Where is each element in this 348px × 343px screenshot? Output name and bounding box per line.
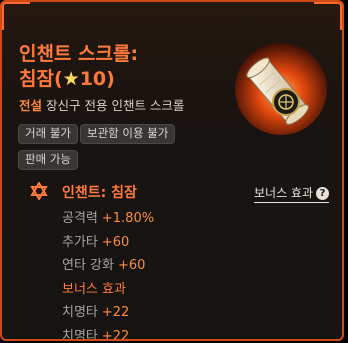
enchant-level: 10 (79, 68, 107, 90)
item-title-suffix: ) (106, 68, 115, 90)
stat-row: 연타 강화 +60 (62, 254, 154, 278)
item-description: 장신구 전용 인챈트 스크롤 (46, 98, 185, 113)
enchant-name: 인챈트: 침잠 (62, 185, 137, 201)
stat-label: 치명타 (62, 328, 98, 341)
grade-label: 전설 (19, 98, 43, 113)
item-tags: 거래 불가 보관함 이용 불가 판매 가능 (18, 122, 228, 174)
stat-row: 공격력 +1.80% (62, 207, 154, 231)
corner-ornament (2, 2, 30, 30)
stat-value: +60 (101, 234, 130, 250)
item-grade-line: 전설 장신구 전용 인챈트 스크롤 (19, 95, 184, 114)
stat-list: 공격력 +1.80% 추가타 +60 연타 강화 +60 보너스 효과 치명타 +22 … (62, 207, 154, 341)
bonus-stat-row: 치명타 +22 (62, 325, 154, 341)
stat-value: +1.80% (101, 211, 155, 226)
star-icon: ★ (62, 68, 80, 90)
tag-untradeable: 거래 불가 (18, 124, 78, 144)
help-icon[interactable]: ? (316, 187, 330, 200)
stat-label: 추가타 (62, 234, 98, 250)
bonus-effect-link[interactable]: 보너스 효과? (254, 184, 330, 203)
six-point-star-icon (30, 182, 48, 200)
tag-no-storage: 보관함 이용 불가 (79, 124, 176, 144)
item-title: 인챈트 스크롤: 침잠(★10) (19, 42, 234, 92)
stat-label: 연타 강화 (62, 258, 114, 273)
stat-value: +22 (101, 328, 130, 341)
bonus-effect-title: 보너스 효과 (62, 281, 126, 297)
item-title-prefix: 침잠( (19, 68, 63, 90)
enchant-scroll-icon (235, 43, 327, 135)
tag-sellable: 판매 가능 (18, 150, 78, 170)
stat-row: 추가타 +60 (62, 231, 154, 255)
stat-label: 치명타 (62, 305, 98, 320)
corner-ornament (314, 2, 342, 30)
bonus-stat-row: 치명타 +22 (62, 301, 154, 325)
item-title-line2: 침잠(★10) (19, 67, 234, 92)
bonus-effect-label: 보너스 효과 (254, 186, 314, 200)
item-tooltip: 인챈트 스크롤: 침잠(★10) 전설 장신구 전용 인챈트 스크롤 거래 불가 보… (0, 0, 344, 341)
stat-label: 공격력 (62, 211, 98, 226)
stat-value: +22 (101, 305, 130, 320)
stat-value: +60 (117, 258, 146, 273)
item-title-line1: 인챈트 스크롤: (19, 43, 139, 65)
